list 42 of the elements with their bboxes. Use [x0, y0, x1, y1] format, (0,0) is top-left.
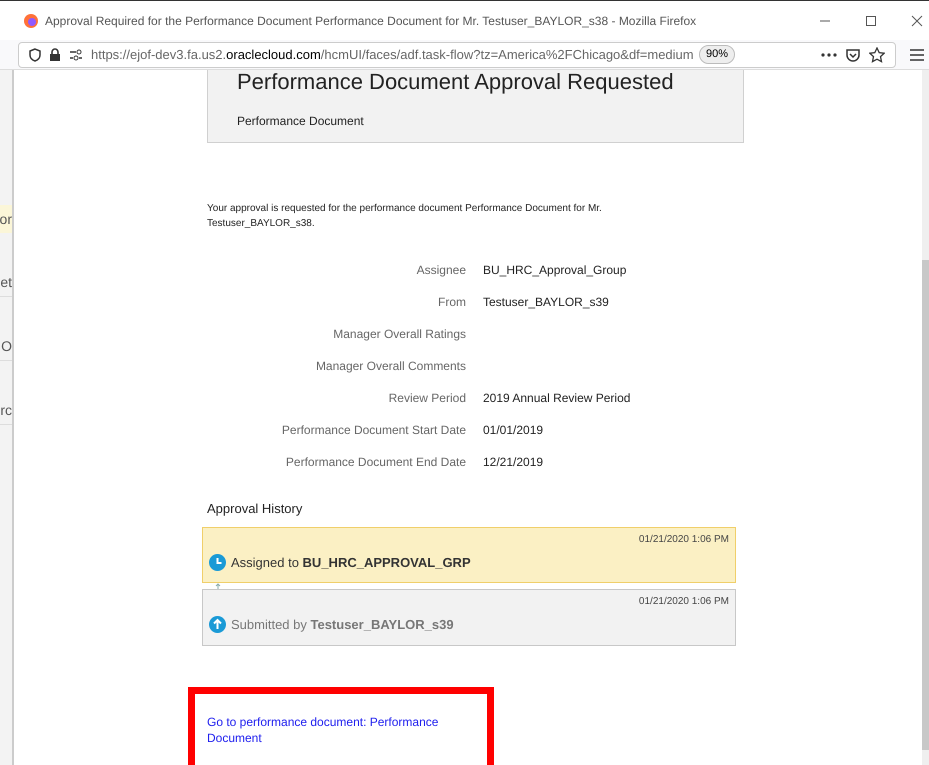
- clock-icon: [209, 554, 226, 571]
- url-text: https://ejof-dev3.fa.us2.oraclecloud.com/hcmUI/faces/adf.task-flow?tz=America%2FChicago&df=medium: [91, 46, 691, 64]
- field-label: Manager Overall Ratings: [332, 326, 466, 343]
- field-value: BU_HRC_Approval_Group: [483, 262, 626, 279]
- entry-text: Assigned to BU_HRC_APPROVAL_GRP: [231, 554, 471, 572]
- cut-text: et: [0, 273, 12, 292]
- page-heading: Performance Document Approval Requested: [237, 70, 675, 96]
- field-label: From: [437, 294, 466, 311]
- intro-text: Your approval is requested for the performance document Performance Document for Mr. Testuser_BAYLOR_s38.: [207, 202, 603, 231]
- star-icon[interactable]: [869, 46, 885, 62]
- section-heading: Approval History: [207, 500, 304, 518]
- field-value: 2019 Annual Review Period: [483, 390, 630, 407]
- cut-text: rc: [0, 401, 12, 420]
- zoom-badge[interactable]: 90%: [699, 45, 736, 64]
- field-label: Assignee: [416, 262, 466, 279]
- scrollbar[interactable]: [922, 70, 929, 765]
- field-value: 01/01/2019: [483, 422, 544, 439]
- maximize-icon[interactable]: [865, 14, 877, 26]
- field-label: Review Period: [388, 390, 466, 407]
- cut-text: O: [1, 337, 12, 356]
- address-field[interactable]: https://ejof-dev3.fa.us2.oraclecloud.com/hcmUI/faces/adf.task-flow?tz=America%2FChicago&df=medium 90%: [18, 42, 896, 68]
- entry-time: 01/21/2020 1:06 PM: [638, 532, 729, 546]
- field-label: Performance Document End Date: [284, 454, 466, 471]
- menu-icon[interactable]: [910, 48, 924, 60]
- document-link[interactable]: Go to performance document: Performance Document: [207, 714, 472, 746]
- connector-arrow-icon: [215, 583, 221, 589]
- field-label: Manager Overall Comments: [314, 358, 466, 375]
- cut-text: or: [0, 210, 12, 228]
- field-value: 12/21/2019: [483, 454, 544, 471]
- lock-icon: [49, 48, 61, 62]
- window-title: Approval Required for the Performance Document Performance Document for Mr. Testuser_BAYLOR_s38 - Mozilla Firefox: [45, 12, 696, 30]
- browser-logo-icon: [23, 12, 39, 28]
- pocket-icon[interactable]: [845, 46, 861, 62]
- more-icon[interactable]: [821, 52, 837, 56]
- field-value: Testuser_BAYLOR_s39: [483, 294, 609, 311]
- entry-time: 01/21/2020 1:06 PM: [638, 595, 729, 609]
- close-icon[interactable]: [911, 14, 923, 26]
- entry-text: Submitted by Testuser_BAYLOR_s39: [231, 616, 454, 634]
- shield-icon: [29, 48, 41, 62]
- sliders-icon: [69, 48, 83, 60]
- field-label: Performance Document Start Date: [280, 422, 466, 439]
- header-subtitle: Performance Document: [237, 113, 365, 130]
